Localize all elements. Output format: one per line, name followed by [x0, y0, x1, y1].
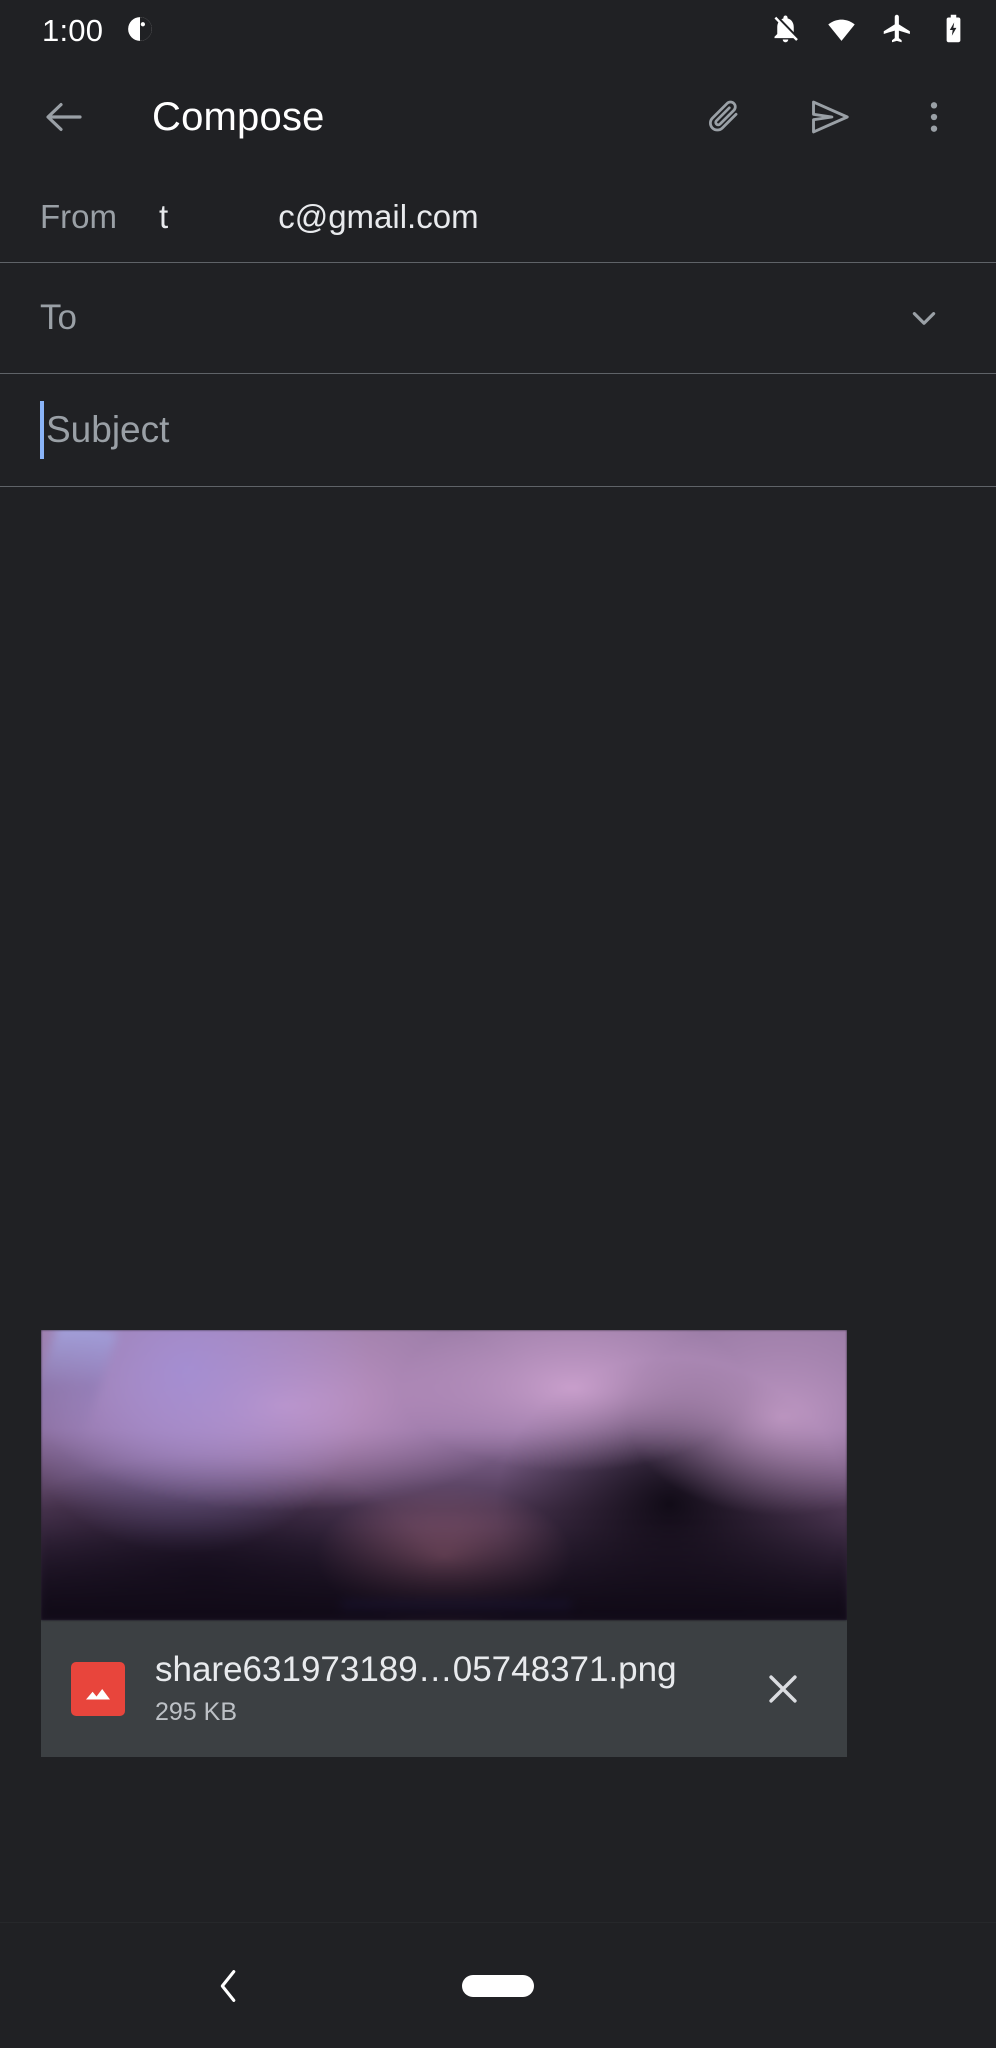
arrow-back-icon [46, 103, 82, 131]
notifications-off-icon [769, 12, 802, 50]
attach-file-button[interactable] [688, 79, 764, 155]
send-icon [812, 100, 849, 134]
thumbnail-highlight [41, 1330, 119, 1447]
system-navigation-bar [0, 1922, 996, 2048]
subject-field[interactable]: Subject [0, 374, 996, 486]
remove-attachment-button[interactable] [745, 1651, 821, 1727]
send-button[interactable] [792, 79, 868, 155]
chevron-down-icon [912, 312, 936, 325]
attachment-file-name: share631973189…05748371.png [155, 1650, 677, 1689]
notification-dot-icon [125, 14, 155, 49]
from-account-value: t c@gmail.com [159, 198, 479, 235]
app-bar-actions [688, 79, 996, 155]
attachment-thumbnail[interactable] [41, 1330, 847, 1620]
from-label: From [40, 198, 117, 235]
airplane-mode-icon [881, 12, 914, 50]
to-field[interactable]: To [0, 263, 996, 373]
system-back-button[interactable] [190, 1947, 268, 2025]
paperclip-icon [709, 100, 738, 132]
status-bar-clock: 1:00 [42, 13, 104, 48]
system-home-indicator[interactable] [462, 1974, 534, 1997]
status-bar-right [769, 12, 970, 50]
chevron-left-icon [220, 1969, 236, 2002]
attachment-text: share631973189…05748371.png 295 KB [155, 1650, 745, 1727]
wifi-icon [825, 12, 858, 50]
close-icon [769, 1674, 797, 1703]
thumbnail-shadow [41, 1524, 847, 1620]
text-caret [40, 401, 44, 459]
battery-charging-icon [937, 12, 970, 50]
attachment-file-size: 295 KB [155, 1698, 238, 1727]
attachment-card[interactable]: share631973189…05748371.png 295 KB [41, 1330, 847, 1757]
overflow-menu-icon [930, 102, 938, 132]
android-compose-screen: 1:00 Compose From t c@gmail.com To Subje… [0, 0, 996, 2048]
image-file-icon [71, 1661, 125, 1716]
back-arrow-button[interactable] [18, 71, 110, 163]
page-title: Compose [152, 94, 325, 139]
message-body-field[interactable]: share631973189…05748371.png 295 KB [0, 487, 996, 1922]
expand-recipients-button[interactable] [892, 286, 956, 350]
subject-placeholder: Subject [46, 409, 170, 450]
status-bar-left: 1:00 [42, 13, 155, 49]
attachment-info-bar: share631973189…05748371.png 295 KB [41, 1620, 847, 1757]
from-row[interactable]: From t c@gmail.com [0, 172, 996, 262]
to-placeholder: To [40, 298, 77, 337]
app-bar: Compose [0, 62, 996, 172]
status-bar: 1:00 [0, 0, 996, 62]
more-options-button[interactable] [896, 79, 972, 155]
